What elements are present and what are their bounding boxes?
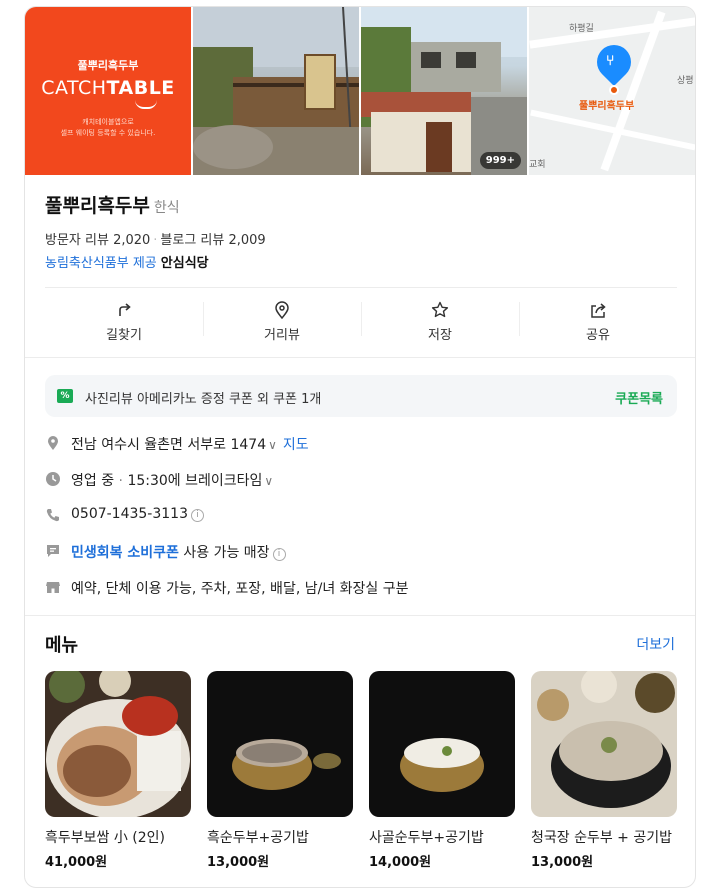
section-divider xyxy=(25,615,695,616)
map-link[interactable]: 지도 xyxy=(283,437,309,453)
menu-item-name: 청국장 순두부 + 공기밥 xyxy=(531,830,673,846)
hours-text: 15:30에 브레이크타임 xyxy=(127,473,263,489)
clock-icon xyxy=(46,472,60,486)
streetview-label: 거리뷰 xyxy=(264,328,300,343)
place-name: 풀뿌리흑두부 xyxy=(45,195,150,217)
location-pin-icon xyxy=(48,436,58,450)
bossam-photo xyxy=(45,671,191,817)
catchtable-smile-icon xyxy=(135,100,157,109)
separator-dot: · xyxy=(153,233,158,248)
phone-icon xyxy=(46,509,59,522)
share-icon xyxy=(591,303,606,318)
save-label: 저장 xyxy=(428,328,452,343)
coupon-banner[interactable]: % 사진리뷰 아메리카노 증정 쿠폰 외 쿠폰 1개 쿠폰목록 xyxy=(45,375,677,417)
chevron-down-icon[interactable]: ∨ xyxy=(268,438,277,452)
menu-item-image xyxy=(45,671,191,817)
streetview-button[interactable]: 거리뷰 xyxy=(203,288,361,349)
chevron-down-icon[interactable]: ∨ xyxy=(264,474,273,488)
storefront-photo-image xyxy=(193,7,359,175)
menu-item-price: 13,000원 xyxy=(531,855,594,870)
review-counts: 방문자 리뷰 2,020 · 블로그 리뷰 2,009 xyxy=(45,229,266,248)
directions-button[interactable]: 길찾기 xyxy=(45,288,203,349)
cert-badge: 안심식당 xyxy=(160,256,209,271)
menu-section-title: 메뉴 xyxy=(45,635,79,656)
map-label-left: 교회 xyxy=(529,160,546,170)
share-button[interactable]: 공유 xyxy=(519,288,677,349)
section-divider xyxy=(25,357,695,358)
cert-provider: 농림축산식품부 제공 xyxy=(45,256,157,271)
store-icon xyxy=(46,582,60,593)
menu-item-image xyxy=(207,671,353,817)
menu-item-image xyxy=(369,671,515,817)
phone-number[interactable]: 0507-1435-3113 xyxy=(71,506,188,522)
building-photo-image xyxy=(361,7,527,175)
directions-icon xyxy=(119,303,131,316)
photo-count-badge: 999+ xyxy=(479,152,521,169)
directions-label: 길찾기 xyxy=(106,328,142,343)
black-tofu-bowl-photo xyxy=(207,671,353,817)
streetview-icon xyxy=(275,301,289,320)
amenities-text: 예약, 단체 이용 가능, 주차, 포장, 배달, 남/녀 화장실 구분 xyxy=(71,581,409,597)
share-label: 공유 xyxy=(586,328,610,343)
catchtable-subtext: 캐치테이블앱으로 셀프 웨이팅 등록할 수 있습니다. xyxy=(60,118,156,137)
map-label-right: 상평 xyxy=(677,76,694,86)
fork-knife-icon: ⑂ xyxy=(606,53,615,69)
catchtable-ad-tile[interactable]: 풀뿌리흑두부 CATCHTABLE 캐치테이블앱으로 셀프 웨이팅 등록할 수 … xyxy=(25,7,191,175)
menu-item[interactable]: 흑순두부+공기밥 13,000원 xyxy=(207,671,353,870)
coupon-icon: % xyxy=(57,389,73,403)
map-location-dot xyxy=(609,85,619,95)
photo-gallery: 풀뿌리흑두부 CATCHTABLE 캐치테이블앱으로 셀프 웨이팅 등록할 수 … xyxy=(25,7,695,175)
menu-item[interactable]: 사골순두부+공기밥 14,000원 xyxy=(369,671,515,870)
address-text[interactable]: 전남 여수시 율촌면 서부로 1474 xyxy=(71,437,266,453)
place-category: 한식 xyxy=(153,200,180,216)
info-icon[interactable]: i xyxy=(272,548,286,561)
separator-dot: · xyxy=(114,473,128,489)
gallery-photo-building[interactable]: 999+ xyxy=(361,7,527,175)
certification[interactable]: 농림축산식품부 제공 안심식당 xyxy=(45,252,209,271)
menu-item-image xyxy=(531,671,677,817)
map-thumbnail[interactable]: 하평길 상평 교회 ⑂ 풀뿌리흑두부 xyxy=(529,7,695,175)
voucher-label[interactable]: 민생회복 소비쿠폰 xyxy=(71,545,179,561)
menu-item-name: 흑두부보쌈 小 (2인) xyxy=(45,830,166,846)
menu-item-price: 41,000원 xyxy=(45,855,108,870)
menu-item[interactable]: 청국장 순두부 + 공기밥 13,000원 xyxy=(531,671,677,870)
coupon-text: 사진리뷰 아메리카노 증정 쿠폰 외 쿠폰 1개 xyxy=(85,392,322,407)
catchtable-logo: CATCHTABLE xyxy=(41,77,175,99)
blog-reviews-link[interactable]: 블로그 리뷰 2,009 xyxy=(160,233,265,248)
voucher-suffix: 사용 가능 매장 xyxy=(183,545,270,561)
open-status: 영업 중 xyxy=(71,473,115,489)
menu-more-link[interactable]: 더보기 xyxy=(636,634,675,654)
menu-item-price: 13,000원 xyxy=(207,855,270,870)
star-icon xyxy=(431,301,449,318)
action-bar: 길찾기 거리뷰 저장 공유 xyxy=(45,287,677,349)
place-card: 풀뿌리흑두부 CATCHTABLE 캐치테이블앱으로 셀프 웨이팅 등록할 수 … xyxy=(24,6,696,888)
place-title: 풀뿌리흑두부 한식 xyxy=(45,191,180,218)
map-place-name: 풀뿌리흑두부 xyxy=(579,101,635,112)
sagol-tofu-bowl-photo xyxy=(369,671,515,817)
gallery-photo-storefront-sign[interactable] xyxy=(193,7,359,175)
coupon-list-link[interactable]: 쿠폰목록 xyxy=(615,388,663,407)
menu-item[interactable]: 흑두부보쌈 小 (2인) 41,000원 xyxy=(45,671,191,870)
message-icon xyxy=(47,545,59,557)
menu-item-price: 14,000원 xyxy=(369,855,432,870)
catchtable-place-name: 풀뿌리흑두부 xyxy=(77,59,139,72)
menu-item-name: 사골순두부+공기밥 xyxy=(369,830,484,846)
map-label-top: 하평길 xyxy=(569,24,594,34)
info-icon[interactable]: i xyxy=(191,509,204,522)
menu-item-name: 흑순두부+공기밥 xyxy=(207,830,309,846)
cheonggukjang-photo xyxy=(531,671,677,817)
visitor-reviews-link[interactable]: 방문자 리뷰 2,020 xyxy=(45,233,150,248)
save-button[interactable]: 저장 xyxy=(361,288,519,349)
